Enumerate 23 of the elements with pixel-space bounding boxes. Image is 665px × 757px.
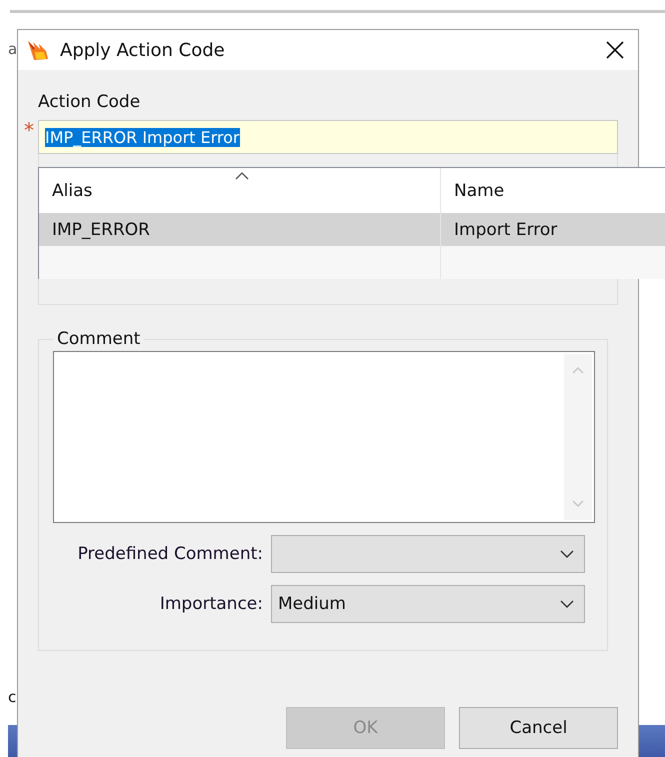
background-text: c — [8, 688, 16, 706]
importance-dropdown[interactable]: Medium — [271, 585, 585, 623]
close-icon[interactable] — [606, 41, 624, 59]
field-label: Action Code — [38, 92, 142, 112]
flame-icon — [26, 39, 50, 61]
list-row[interactable] — [39, 246, 665, 279]
list-row[interactable]: IMP_ERROR Import Error — [39, 213, 665, 246]
required-mark: * — [24, 118, 34, 142]
dialog-button[interactable]: Cancel — [459, 707, 618, 749]
column-header[interactable]: Name — [441, 168, 665, 213]
background-text: a — [8, 40, 18, 58]
field-label: Predefined Comment: — [76, 544, 264, 564]
window-title: Apply Action Code — [60, 40, 226, 60]
group-legend: Comment — [53, 329, 144, 349]
comment-textarea[interactable] — [53, 351, 595, 523]
scroll-down-icon[interactable] — [572, 500, 584, 508]
chevron-down-icon[interactable] — [560, 600, 574, 608]
sort-icon[interactable] — [235, 172, 249, 180]
field-label: Importance: — [158, 594, 264, 614]
scrollbar[interactable] — [564, 354, 592, 520]
action-code-field[interactable]: IMP_ERROR Import Error — [38, 120, 618, 154]
scroll-up-icon[interactable] — [572, 366, 584, 374]
chevron-down-icon[interactable] — [560, 550, 574, 558]
